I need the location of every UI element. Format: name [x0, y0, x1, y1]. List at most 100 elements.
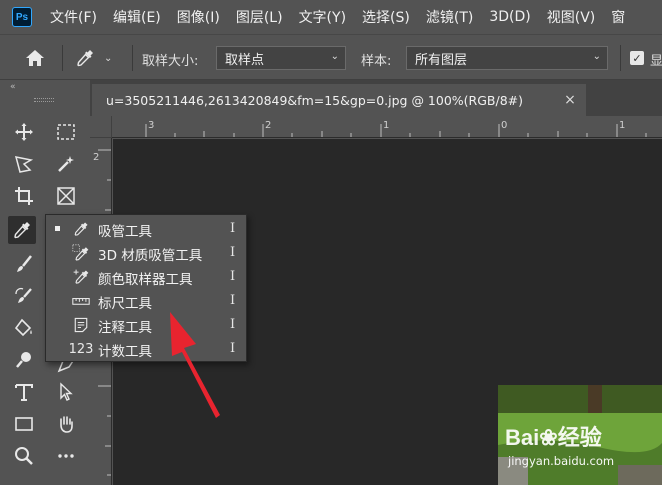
polygonal-lasso-icon [14, 156, 34, 173]
eyedropper-icon [14, 222, 30, 239]
hand-tool[interactable] [52, 410, 80, 438]
rectangle-tool[interactable] [10, 410, 38, 438]
paint-bucket-tool[interactable] [10, 314, 38, 342]
home-icon [26, 50, 44, 66]
menu-window[interactable]: 窗 [611, 7, 625, 27]
ruler-origin[interactable] [90, 116, 112, 138]
watermark-brand: Bai [505, 425, 540, 450]
dodge-tool[interactable] [10, 346, 38, 374]
sample-label: 样本: [361, 54, 392, 69]
eyedropper-icon [70, 219, 92, 239]
document-title: u=3505211446,2613420849&fm=15&gp=0.jpg @… [106, 92, 524, 108]
baidu-watermark: Bai❀经验 [505, 420, 602, 452]
shortcut-key: I [230, 245, 236, 260]
watermark-brand-tail: 经验 [557, 425, 602, 450]
type-icon [15, 384, 33, 401]
sample-select[interactable]: 所有图层 ⌄ [406, 46, 608, 70]
sample-size-value: 取样点 [225, 52, 265, 68]
annotation-arrow-icon [170, 312, 220, 418]
options-bar: ⌄ 取样大小: 取样点 ⌄ 样本: 所有图层 ⌄ ✓ 显 [0, 34, 662, 80]
dodge-icon [16, 352, 31, 368]
flyout-item-label: 吸管工具 [98, 224, 152, 240]
zoom-icon [15, 447, 33, 465]
count-icon-glyph: 123 [68, 341, 94, 357]
path-selection-tool[interactable] [52, 378, 80, 406]
more-tools-button[interactable] [52, 442, 80, 470]
menu-image[interactable]: 图像(I) [177, 7, 220, 27]
move-icon [15, 123, 33, 141]
rectangular-marquee-icon [57, 124, 75, 140]
flyout-item-3d-material-eyedropper[interactable]: 3D 材质吸管工具 I [46, 241, 246, 265]
horizontal-ruler[interactable]: 3 2 1 0 1 [112, 116, 662, 138]
menu-layer[interactable]: 图层(L) [236, 7, 283, 27]
rectangle-icon [15, 417, 33, 431]
ruler-label: 2 [93, 152, 100, 163]
ruler-icon [70, 291, 92, 311]
menu-3d[interactable]: 3D(D) [489, 9, 530, 25]
hand-icon [60, 416, 73, 433]
crop-tool[interactable] [10, 182, 38, 210]
document-tab-bar: u=3505211446,2613420849&fm=15&gp=0.jpg @… [90, 80, 662, 116]
chevron-down-icon: ⌄ [330, 51, 339, 62]
menu-file[interactable]: 文件(F) [50, 7, 97, 27]
ruler-label: 1 [619, 120, 626, 131]
collapse-panel-icon[interactable]: « [10, 82, 16, 92]
ruler-label: 2 [265, 120, 272, 131]
more-dots-icon [58, 454, 74, 458]
sample-value: 所有图层 [415, 52, 468, 68]
magic-wand-tool[interactable] [52, 150, 80, 178]
watermark-url: jingyan.baidu.com [508, 454, 615, 468]
menu-type[interactable]: 文字(Y) [299, 7, 346, 27]
3d-material-eyedropper-icon [70, 243, 92, 263]
separator [620, 45, 621, 71]
ruler-label: 0 [501, 120, 508, 131]
zoom-tool[interactable] [10, 442, 38, 470]
frame-tool[interactable] [52, 182, 80, 210]
close-icon[interactable]: × [562, 92, 578, 108]
marquee-tool[interactable] [52, 118, 80, 146]
crop-icon [15, 187, 33, 205]
count-icon: 123 [68, 339, 94, 359]
flyout-item-label: 标尺工具 [98, 296, 152, 312]
checkmark-icon: ✓ [632, 51, 642, 65]
frame-icon [57, 187, 75, 205]
separator [132, 45, 133, 71]
menu-edit[interactable]: 编辑(E) [113, 7, 161, 27]
flyout-item-label: 3D 材质吸管工具 [98, 248, 203, 264]
color-sampler-icon [70, 267, 92, 287]
menu-filter[interactable]: 滤镜(T) [426, 7, 473, 27]
note-icon [70, 315, 92, 335]
paint-bucket-icon [14, 318, 32, 337]
show-sampling-ring-checkbox[interactable]: ✓ [630, 51, 644, 65]
paw-icon: ❀ [539, 425, 558, 450]
sample-size-label: 取样大小: [142, 54, 199, 69]
flyout-item-label: 计数工具 [98, 344, 152, 360]
eyedropper-icon [77, 50, 93, 67]
lasso-tool[interactable] [10, 150, 38, 178]
chevron-down-icon: ⌄ [592, 51, 601, 62]
type-tool[interactable] [10, 378, 38, 406]
sample-size-select[interactable]: 取样点 ⌄ [216, 46, 346, 70]
tool-preset-picker[interactable]: ⌄ [74, 44, 124, 72]
menu-view[interactable]: 视图(V) [547, 7, 596, 27]
history-brush-tool[interactable] [10, 282, 38, 310]
menu-select[interactable]: 选择(S) [362, 7, 410, 27]
home-button[interactable] [18, 44, 52, 72]
flyout-item-label: 注释工具 [98, 320, 152, 336]
magic-wand-icon [58, 156, 74, 172]
shortcut-key: I [230, 221, 236, 236]
menu-bar: Ps 文件(F) 编辑(E) 图像(I) 图层(L) 文字(Y) 选择(S) 滤… [0, 0, 662, 34]
brush-tool[interactable] [10, 250, 38, 278]
document-tab[interactable]: u=3505211446,2613420849&fm=15&gp=0.jpg @… [92, 84, 586, 116]
panel-grip[interactable] [34, 98, 54, 102]
flyout-item-eyedropper[interactable]: 吸管工具 I [46, 217, 246, 241]
pointer-arrow-icon [60, 382, 73, 401]
move-tool[interactable] [10, 118, 38, 146]
eyedropper-tool[interactable] [8, 216, 36, 244]
ruler-label: 1 [383, 120, 390, 131]
checkbox-label: 显 [650, 54, 662, 69]
shortcut-key: I [230, 269, 236, 284]
flyout-item-color-sampler[interactable]: 颜色取样器工具 I [46, 265, 246, 289]
photoshop-logo: Ps [12, 7, 32, 27]
flyout-item-label: 颜色取样器工具 [98, 272, 193, 288]
